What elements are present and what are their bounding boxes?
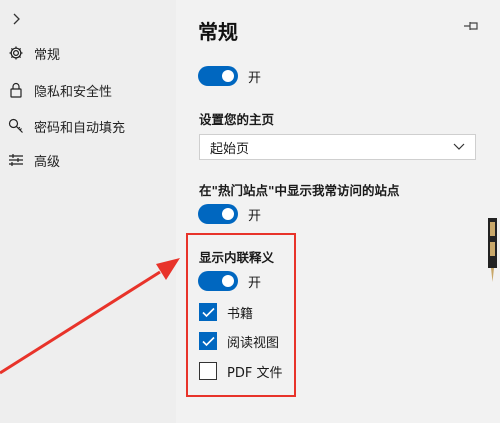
lock-icon <box>6 81 26 99</box>
pdf-checkbox[interactable] <box>199 362 217 380</box>
general-toggle[interactable] <box>198 66 238 86</box>
toggle-knob <box>222 208 234 220</box>
checkbox-label: PDF 文件 <box>227 366 283 381</box>
sidebar-item-advanced[interactable]: 高级 <box>6 147 60 173</box>
top-sites-toggle[interactable] <box>198 204 238 224</box>
checkbox-label: 书籍 <box>227 307 254 322</box>
chevron-down-icon <box>453 143 465 150</box>
sidebar-item-label: 常规 <box>34 47 61 63</box>
check-icon <box>202 307 215 318</box>
sidebar-item-passwords[interactable]: 密码和自动填充 <box>6 113 125 139</box>
gear-icon <box>6 44 26 62</box>
settings-panel: 常规 开 设置您的主页 起始页 在"热门站点"中显示我常访问的站点 开 显示内联… <box>176 0 500 423</box>
checkbox-label: 阅读视图 <box>227 336 280 351</box>
chevron-right-icon[interactable] <box>10 12 24 26</box>
pin-icon[interactable] <box>463 20 481 32</box>
toggle-knob <box>222 70 234 82</box>
check-icon <box>202 336 215 347</box>
toggle-label: 开 <box>248 209 262 224</box>
sliders-icon <box>6 151 26 169</box>
toggle-label: 开 <box>248 276 262 291</box>
inline-defs-label: 显示内联释义 <box>199 250 275 265</box>
homepage-label: 设置您的主页 <box>199 112 275 127</box>
sidebar-item-label: 高级 <box>34 154 61 170</box>
homepage-select[interactable]: 起始页 <box>199 134 476 160</box>
sidebar-item-label: 隐私和安全性 <box>34 84 113 100</box>
settings-nav: 常规 隐私和安全性 密码和自动填充 高级 <box>0 0 176 423</box>
key-icon <box>6 117 26 135</box>
reading-view-checkbox[interactable] <box>199 332 217 350</box>
toggle-label: 开 <box>248 71 262 86</box>
panel-title: 常规 <box>198 20 238 44</box>
top-sites-label: 在"热门站点"中显示我常访问的站点 <box>199 183 400 198</box>
scrollbar-thumb[interactable] <box>485 216 500 286</box>
inline-defs-toggle[interactable] <box>198 271 238 291</box>
sidebar-item-privacy[interactable]: 隐私和安全性 <box>6 77 112 103</box>
sidebar-item-general[interactable]: 常规 <box>6 40 60 66</box>
sidebar-item-label: 密码和自动填充 <box>34 120 126 136</box>
books-checkbox[interactable] <box>199 303 217 321</box>
toggle-knob <box>222 275 234 287</box>
homepage-select-value: 起始页 <box>210 141 250 157</box>
